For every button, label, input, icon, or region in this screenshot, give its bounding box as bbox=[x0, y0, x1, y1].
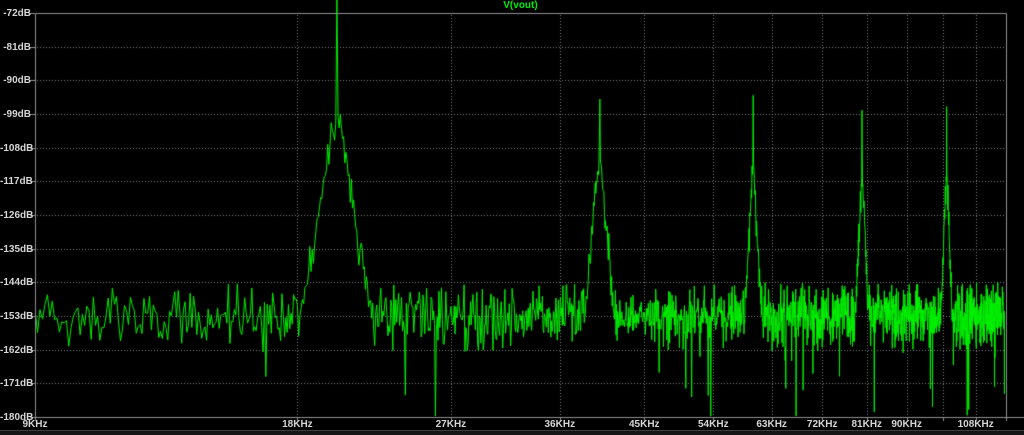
y-axis-tick-label: -162dB bbox=[0, 345, 31, 356]
ltspice-fft-window: V(vout) -72dB -81dB -90dB -99dB -108dB -117dB… bbox=[0, 0, 1024, 435]
y-axis-tick-label: -81dB bbox=[0, 42, 31, 53]
y-axis-tick-label: -72dB bbox=[0, 8, 31, 19]
x-axis-tick-label: 27KHz bbox=[429, 419, 473, 430]
y-axis-tick-label: -144dB bbox=[0, 277, 31, 288]
x-axis-tick-label: 18KHz bbox=[275, 419, 319, 430]
x-axis-tick-label: 54KHz bbox=[691, 419, 735, 430]
x-axis-tick-label: 108KHz bbox=[954, 419, 998, 430]
y-axis-tick-label: -117dB bbox=[0, 176, 31, 187]
fft-plot-area[interactable] bbox=[0, 0, 1024, 435]
y-axis-tick-label: -99dB bbox=[0, 109, 31, 120]
window-bottom-edge bbox=[0, 430, 1024, 435]
y-axis-tick-label: -171dB bbox=[0, 378, 31, 389]
y-axis-tick-label: -90dB bbox=[0, 75, 31, 86]
x-axis-tick-label: 45KHz bbox=[622, 419, 666, 430]
x-axis-tick-label: 81KHz bbox=[845, 419, 889, 430]
x-axis-tick-label: 36KHz bbox=[538, 419, 582, 430]
y-axis-tick-label: -135dB bbox=[0, 244, 31, 255]
x-axis-tick-label: 90KHz bbox=[885, 419, 929, 430]
trace-label[interactable]: V(vout) bbox=[35, 0, 1006, 12]
x-axis-tick-label: 72KHz bbox=[800, 419, 844, 430]
y-axis-tick-label: -153dB bbox=[0, 311, 31, 322]
y-axis-tick-label: -108dB bbox=[0, 143, 31, 154]
x-axis-tick-label: 9KHz bbox=[13, 419, 57, 430]
x-axis-tick-label: 63KHz bbox=[750, 419, 794, 430]
y-axis-tick-label: -126dB bbox=[0, 210, 31, 221]
